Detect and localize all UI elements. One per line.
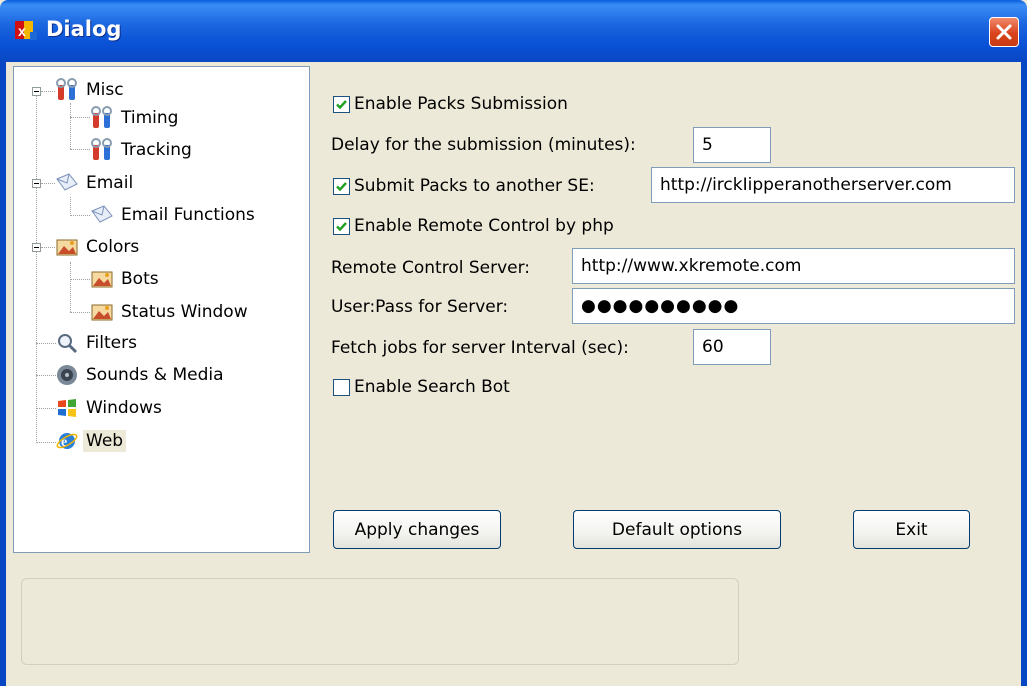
checkbox-box[interactable] xyxy=(333,378,350,396)
tree-item-label: Timing xyxy=(121,108,179,128)
palette-picture-icon xyxy=(91,271,113,288)
checkbox-box[interactable] xyxy=(333,95,350,113)
tree-item-timing[interactable]: Timing xyxy=(90,105,181,131)
fetch-interval-input[interactable]: 60 xyxy=(693,329,771,365)
tree-line xyxy=(36,375,56,376)
windows-logo-icon xyxy=(58,399,76,417)
tree-item-colors[interactable]: Colors xyxy=(55,234,142,260)
tree-item-label: Email Functions xyxy=(121,205,255,225)
tree-item-label: Colors xyxy=(86,237,140,257)
checkmark-icon xyxy=(336,221,347,231)
tree-line xyxy=(70,262,71,312)
checkbox-box[interactable] xyxy=(333,177,350,195)
checkmark-icon xyxy=(336,99,347,109)
userpass-input[interactable]: ●●●●●●●●●● xyxy=(572,288,1015,324)
window-frame-right xyxy=(1021,62,1027,686)
tree-item-tracking[interactable]: Tracking xyxy=(90,137,195,163)
tree-collapse-colors[interactable] xyxy=(32,243,41,252)
enable-packs-submission-checkbox[interactable]: Enable Packs Submission xyxy=(333,94,568,114)
tree-line xyxy=(41,183,55,184)
tree-item-label: Tracking xyxy=(121,140,192,160)
tree-item-misc[interactable]: Misc xyxy=(55,77,127,103)
checkbox-label: Enable Remote Control by php xyxy=(354,216,614,236)
tree-line xyxy=(36,91,37,443)
checkbox-label: Enable Packs Submission xyxy=(354,94,568,114)
userpass-label: User:Pass for Server: xyxy=(331,297,509,317)
enable-remote-control-checkbox[interactable]: Enable Remote Control by php xyxy=(333,216,614,236)
tree-line xyxy=(41,247,55,248)
close-button[interactable] xyxy=(989,17,1019,47)
settings-tree[interactable]: Misc Timing Tracking Email Email Functio… xyxy=(13,66,310,553)
internet-explorer-icon: e xyxy=(56,433,78,450)
wrench-tools-icon xyxy=(91,106,112,128)
tree-item-label: Filters xyxy=(86,333,137,353)
apply-changes-button[interactable]: Apply changes xyxy=(333,510,501,549)
palette-picture-icon xyxy=(56,239,78,256)
tree-line xyxy=(70,279,90,280)
remote-server-input[interactable]: http://www.xkremote.com xyxy=(572,248,1015,284)
window-title: Dialog xyxy=(46,17,122,41)
wrench-tools-icon xyxy=(91,138,112,160)
magnifier-icon xyxy=(58,334,78,354)
tree-line xyxy=(41,91,55,92)
enable-search-bot-checkbox[interactable]: Enable Search Bot xyxy=(333,377,510,397)
checkbox-box[interactable] xyxy=(333,217,350,235)
close-x-icon xyxy=(996,24,1012,40)
tree-item-status-window[interactable]: Status Window xyxy=(90,299,251,325)
tree-item-label: Bots xyxy=(121,269,159,289)
checkbox-label: Enable Search Bot xyxy=(354,377,510,397)
status-area xyxy=(21,578,739,665)
tree-item-label: Email xyxy=(86,173,134,193)
checkmark-icon xyxy=(336,181,347,191)
tree-line xyxy=(70,117,90,118)
exit-button[interactable]: Exit xyxy=(853,510,970,549)
another-se-url-input[interactable]: http://irckIipperanotherserver.com xyxy=(651,167,1015,203)
tree-item-label: Misc xyxy=(86,80,124,100)
tree-line xyxy=(36,442,56,443)
tree-item-windows[interactable]: Windows xyxy=(55,395,165,421)
submit-another-se-checkbox[interactable]: Submit Packs to another SE: xyxy=(333,176,595,196)
palette-picture-icon xyxy=(91,304,113,321)
tree-item-label: Windows xyxy=(86,398,162,418)
svg-text:x: x xyxy=(18,23,26,39)
tree-item-email[interactable]: Email xyxy=(55,170,136,196)
window-frame-left xyxy=(0,62,6,686)
delay-input[interactable]: 5 xyxy=(693,127,771,163)
tree-collapse-misc[interactable] xyxy=(32,87,41,96)
tree-collapse-email[interactable] xyxy=(32,179,41,188)
default-options-button[interactable]: Default options xyxy=(573,510,781,549)
tree-item-label: Web xyxy=(83,430,127,452)
tree-line xyxy=(36,343,56,344)
speaker-icon xyxy=(57,365,77,385)
tree-line xyxy=(70,149,90,150)
remote-server-label: Remote Control Server: xyxy=(331,258,531,278)
xdcc-app-icon: x xyxy=(15,21,37,40)
tree-line xyxy=(70,312,90,313)
wrench-tools-icon xyxy=(56,78,77,100)
title-bar[interactable]: x Dialog xyxy=(0,0,1027,62)
tree-item-label: Sounds & Media xyxy=(86,365,224,385)
tree-item-sounds-media[interactable]: Sounds & Media xyxy=(55,362,227,388)
fetch-interval-label: Fetch jobs for server Interval (sec): xyxy=(331,338,629,358)
tree-line xyxy=(70,103,71,149)
tree-item-email-functions[interactable]: Email Functions xyxy=(90,202,258,228)
tree-item-label: Status Window xyxy=(121,302,248,322)
envelope-icon xyxy=(56,173,78,191)
checkbox-label: Submit Packs to another SE: xyxy=(354,176,595,196)
tree-item-filters[interactable]: Filters xyxy=(55,330,140,356)
tree-line xyxy=(36,408,56,409)
envelope-icon xyxy=(91,205,113,223)
tree-item-web[interactable]: e Web xyxy=(55,428,127,454)
tree-line xyxy=(70,197,71,214)
tree-item-bots[interactable]: Bots xyxy=(90,266,162,292)
delay-label: Delay for the submission (minutes): xyxy=(331,135,636,155)
tree-line xyxy=(70,215,90,216)
